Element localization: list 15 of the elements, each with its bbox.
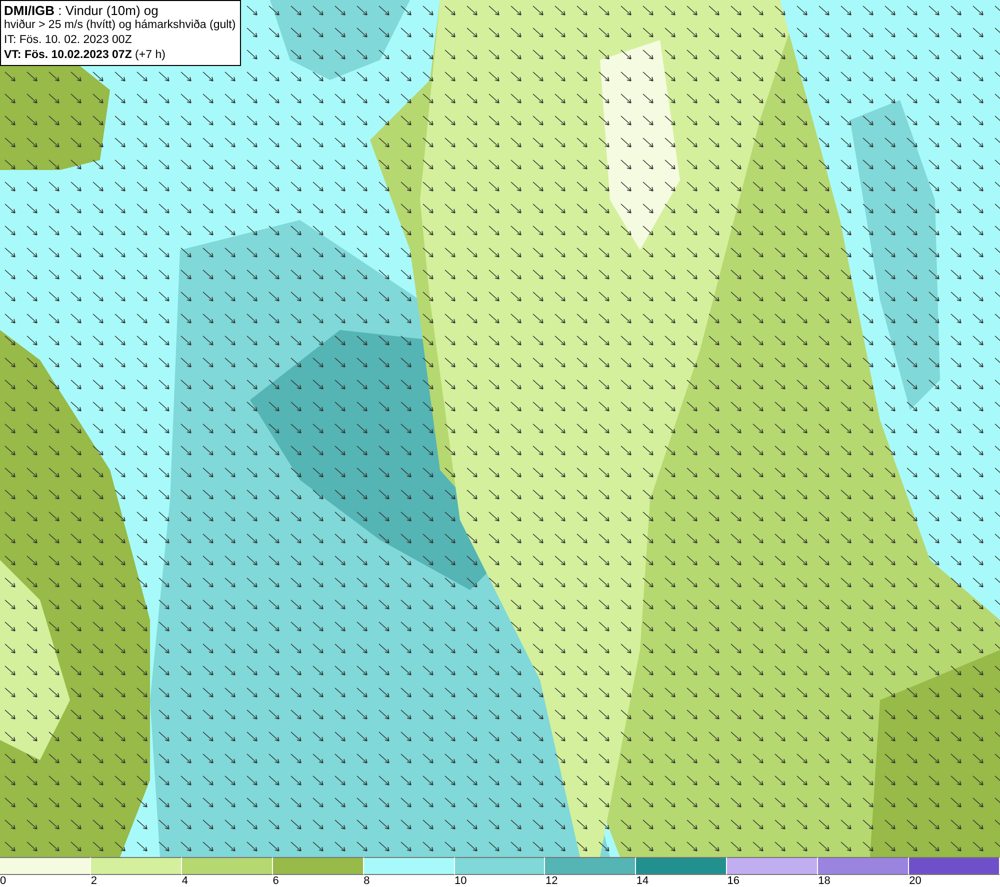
legend-label: 0 bbox=[0, 875, 8, 887]
legend-label: 6 bbox=[272, 875, 280, 887]
legend-label: 4 bbox=[182, 875, 189, 887]
title-line: DMI/IGB : Vindur (10m) og bbox=[4, 3, 160, 18]
legend-label: 8 bbox=[364, 875, 371, 887]
legend-label: 14 bbox=[636, 875, 650, 887]
legend-label: 12 bbox=[545, 875, 559, 887]
title-line: IT: Fös. 10. 02. 2023 00Z bbox=[4, 33, 133, 48]
legend-label: 16 bbox=[727, 875, 741, 887]
legend-label: 2 bbox=[90, 875, 98, 887]
title-line: hviður > 25 m/s (hvítt) og hámarkshviða (gult) bbox=[4, 18, 236, 33]
title-line: VT: Fös. 10.02.2023 07Z (+7 h) bbox=[4, 48, 166, 63]
legend-label: 20 bbox=[909, 875, 922, 887]
legend-label: 18 bbox=[818, 875, 832, 887]
legend-label: 10 bbox=[454, 875, 468, 887]
